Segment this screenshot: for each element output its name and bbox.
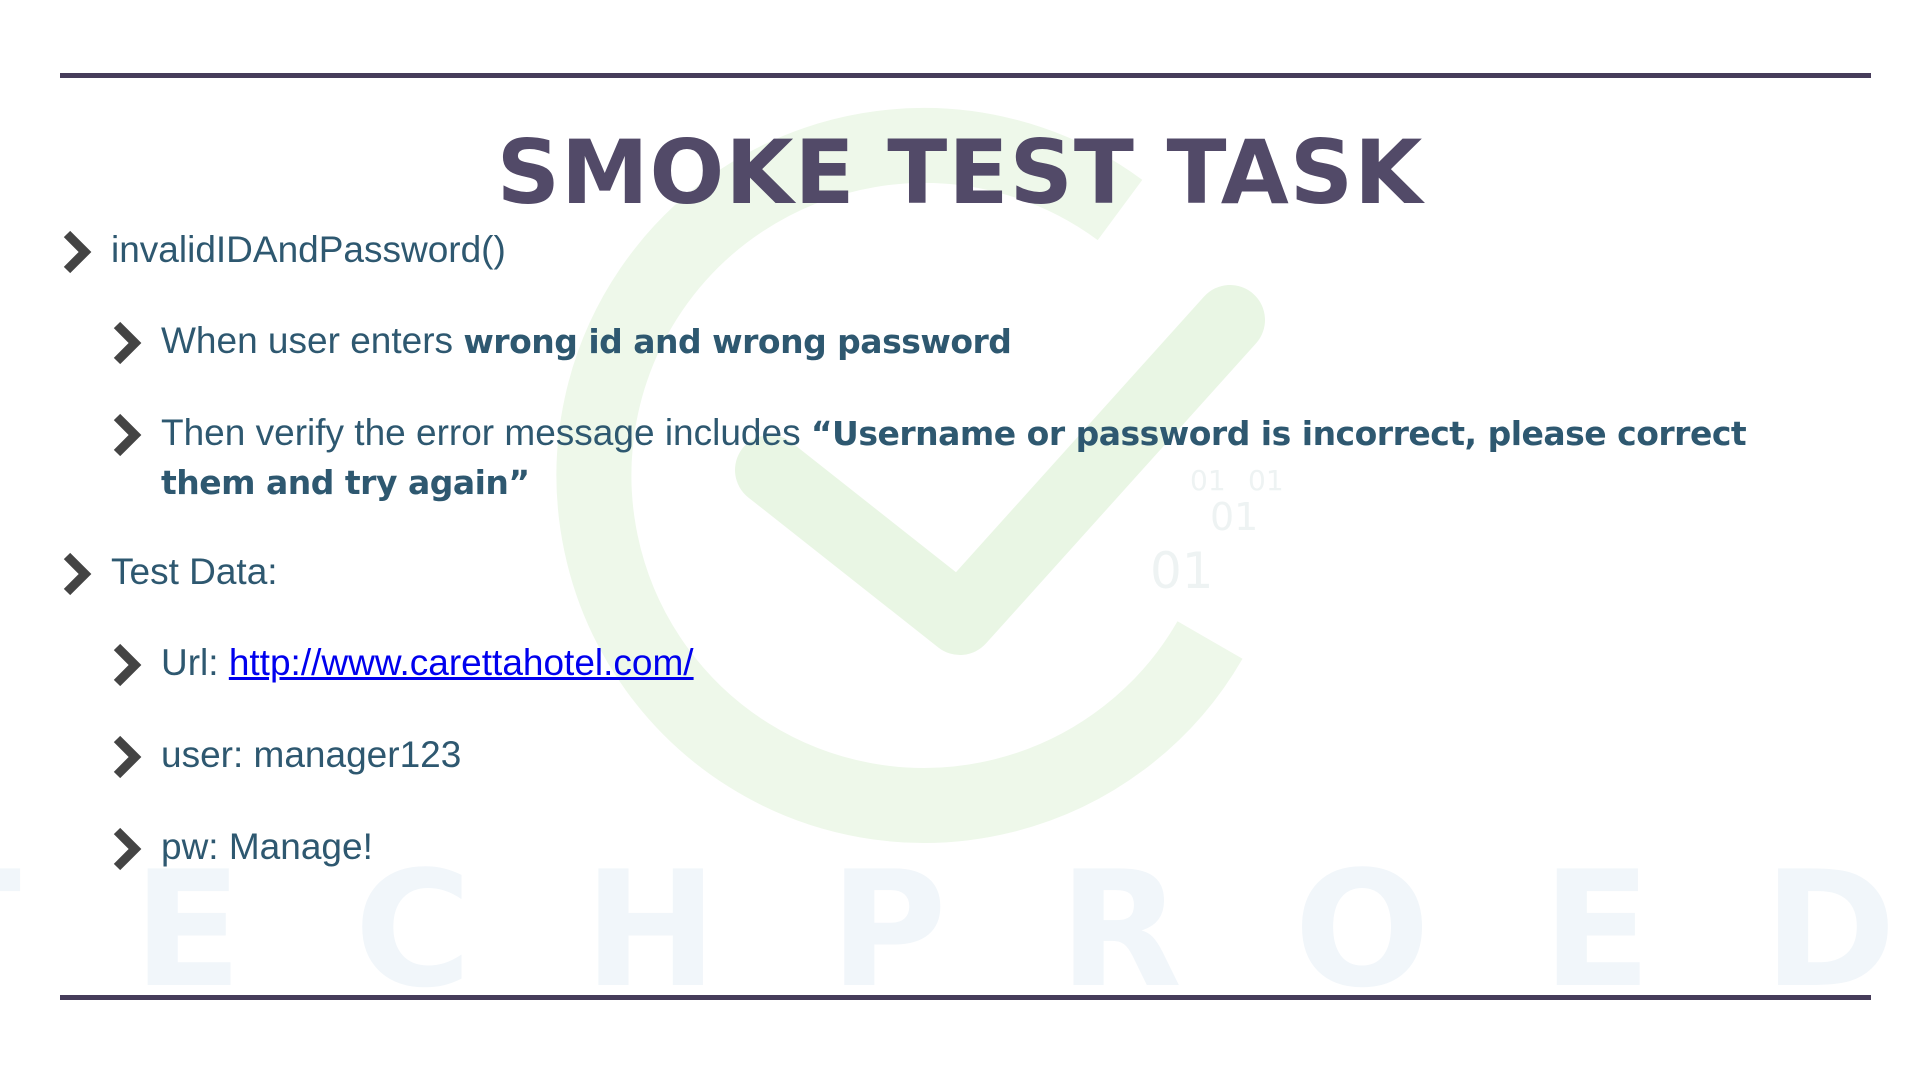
- bullet-item: When user enters wrong id and wrong pass…: [113, 317, 1012, 366]
- url-link[interactable]: http://www.carettahotel.com/: [229, 642, 694, 683]
- bullet-item: Url: http://www.carettahotel.com/: [113, 639, 694, 687]
- chevron-right-icon: [113, 643, 142, 687]
- chevron-right-icon: [113, 413, 142, 457]
- chevron-right-icon: [63, 552, 92, 596]
- chevron-right-icon: [113, 827, 142, 871]
- bullet-text: pw: Manage!: [161, 826, 373, 867]
- chevron-right-icon: [63, 230, 92, 274]
- bottom-divider: [60, 995, 1871, 1000]
- bullet-item: pw: Manage!: [113, 823, 373, 871]
- top-divider: [60, 73, 1871, 78]
- bullet-item: invalidIDAndPassword(): [63, 226, 506, 274]
- slide-title: SMOKE TEST TASK: [496, 121, 1424, 224]
- bullet-text: Test Data:: [111, 551, 278, 592]
- chevron-right-icon: [113, 735, 142, 779]
- bullet-item: Test Data:: [63, 548, 278, 596]
- bullet-text: Url:: [161, 642, 229, 683]
- bullet-text: When user enters: [161, 320, 464, 361]
- bullet-item: Then verify the error message includes “…: [113, 409, 1801, 507]
- bullet-text: user: manager123: [161, 734, 462, 775]
- bullet-text: Then verify the error message includes: [161, 412, 811, 453]
- watermark-binary-4: 01: [1150, 542, 1214, 600]
- bullet-text: invalidIDAndPassword(): [111, 229, 506, 270]
- bullet-item: user: manager123: [113, 731, 462, 779]
- chevron-right-icon: [113, 321, 142, 365]
- bullet-bold-text: wrong id and wrong password: [463, 322, 1012, 361]
